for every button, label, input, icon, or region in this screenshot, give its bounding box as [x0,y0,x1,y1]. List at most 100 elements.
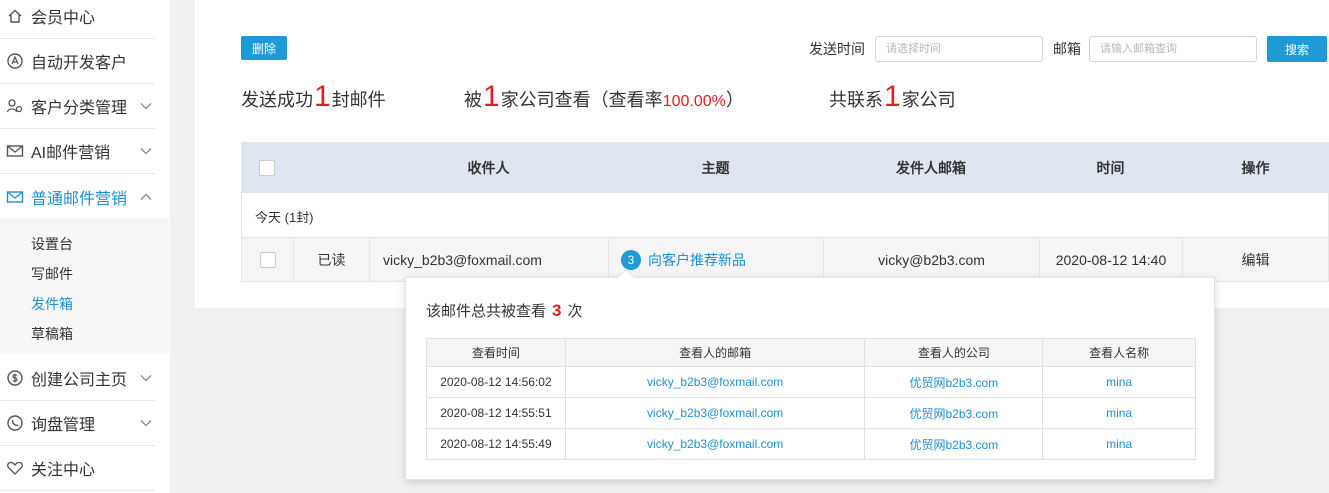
viewer-company-link[interactable]: 优贸网b2b3.com [864,366,1044,398]
table-row: 2020-08-12 14:55:51 vicky_b2b3@foxmail.c… [426,397,1196,429]
popup-view-count: 3 [552,301,562,320]
submenu-item-outbox[interactable]: 发件箱 [31,294,73,314]
stat-contacted: 共联系 1 家公司 [829,80,956,114]
users-icon [6,97,24,115]
header-time: 时间 [1096,159,1125,176]
home-icon [6,7,24,25]
stat-sent: 发送成功 1 封邮件 [241,80,386,114]
table-row: 2020-08-12 14:56:02 vicky_b2b3@foxmail.c… [426,366,1196,398]
sidebar-submenu: 设置台 写邮件 发件箱 草稿箱 [0,218,170,354]
sidebar-item-customer-category[interactable]: 客户分类管理 [0,84,155,129]
stat-viewed-suffix: ） [725,90,744,110]
dollar-icon [6,369,24,387]
col-view-time: 查看时间 [426,338,566,367]
row-subject-cell: 3 向客户推荐新品 [609,238,824,281]
popup-title-suffix: 次 [567,303,583,320]
stat-contact-count: 1 [884,80,901,113]
heart-icon [6,459,24,477]
view-time: 2020-08-12 14:55:51 [426,397,566,429]
viewer-name-link[interactable]: mina [1042,397,1196,429]
email-table: 收件人 主题 发件人邮箱 时间 操作 今天 (1封) 已读 vicky_b2b3… [241,142,1329,282]
sidebar-item-auto-develop[interactable]: 自动开发客户 [0,39,155,84]
edit-button[interactable]: 编辑 [1183,238,1328,281]
viewer-email-link[interactable]: vicky_b2b3@foxmail.com [564,397,866,429]
popup-title-prefix: 该邮件总共被查看 [426,303,547,320]
stat-viewed-mid: 家公司查看（查看率 [500,90,663,110]
viewer-company-link[interactable]: 优贸网b2b3.com [864,428,1044,460]
col-viewer-company: 查看人的公司 [864,338,1044,367]
viewer-company-link[interactable]: 优贸网b2b3.com [864,397,1044,429]
chevron-up-icon [140,191,152,203]
row-checkbox-cell [242,238,294,281]
email-search-input[interactable] [1089,36,1257,62]
sidebar-item-label: 创建公司主页 [31,372,128,389]
phone-icon [6,414,24,432]
view-records-table: 查看时间 查看人的邮箱 查看人的公司 查看人名称 2020-08-12 14:5… [426,338,1196,460]
stat-viewed: 被 1 家公司查看（查看率 100.00%） [464,80,744,114]
chevron-down-icon [140,100,152,112]
view-time: 2020-08-12 14:56:02 [426,366,566,398]
popup-title: 该邮件总共被查看 3 次 [426,300,583,321]
stat-viewed-count: 1 [483,80,500,113]
rocket-icon [6,52,24,70]
subject-link[interactable]: 3 向客户推荐新品 [621,249,746,270]
stat-sent-suffix: 封邮件 [331,90,386,110]
sidebar-item-label: 客户分类管理 [31,100,128,117]
table-header: 收件人 主题 发件人邮箱 时间 操作 [241,142,1329,193]
row-recipient: vicky_b2b3@foxmail.com [370,238,609,281]
view-records-header: 查看时间 查看人的邮箱 查看人的公司 查看人名称 [426,338,1196,367]
col-viewer-name: 查看人名称 [1042,338,1196,367]
viewer-email-link[interactable]: vicky_b2b3@foxmail.com [564,428,866,460]
group-label: 今天 (1封) [255,210,314,225]
row-checkbox[interactable] [259,251,276,268]
delete-button[interactable]: 删除 [241,36,287,60]
sidebar-item-member-center[interactable]: 会员中心 [0,0,155,39]
stat-sent-count: 1 [314,80,331,113]
view-time: 2020-08-12 14:55:49 [426,428,566,460]
sidebar-item-label: 普通邮件营销 [31,190,128,208]
sidebar-item-inquiry[interactable]: 询盘管理 [0,401,155,446]
sidebar-item-ai-email[interactable]: AI邮件营销 [0,129,155,174]
header-sender: 发件人邮箱 [896,159,966,176]
sidebar-item-label: AI邮件营销 [31,145,111,162]
sidebar-item-label: 自动开发客户 [31,55,128,72]
col-viewer-email: 查看人的邮箱 [564,338,866,367]
row-sender: vicky@b2b3.com [824,238,1040,281]
submenu-item-settings[interactable]: 设置台 [31,234,73,254]
stat-view-rate: 100.00% [662,93,726,110]
row-time: 2020-08-12 14:40 [1040,238,1183,281]
subject-text: 向客户推荐新品 [648,251,746,268]
sidebar-item-label: 关注中心 [31,462,96,479]
view-count-badge[interactable]: 3 [621,249,641,270]
table-row: 2020-08-12 14:55:49 vicky_b2b3@foxmail.c… [426,428,1196,460]
header-recipient: 收件人 [467,159,510,176]
email-label: 邮箱 [1053,41,1081,57]
search-button[interactable]: 搜索 [1267,36,1327,62]
select-all-checkbox[interactable] [259,159,275,176]
header-action: 操作 [1241,159,1270,176]
send-time-input[interactable] [875,36,1043,62]
stat-contact-prefix: 共联系 [829,90,883,110]
mail-icon [6,188,24,206]
submenu-item-compose[interactable]: 写邮件 [31,264,73,284]
chevron-down-icon [140,145,152,157]
submenu-item-drafts[interactable]: 草稿箱 [31,324,73,344]
header-subject: 主题 [701,159,730,176]
sidebar: 会员中心 自动开发客户 客户分类管理 AI邮件营销 普通邮件营销 设置台 写邮件… [0,0,170,493]
sidebar-item-normal-email[interactable]: 普通邮件营销 [0,174,155,219]
table-row: 已读 vicky_b2b3@foxmail.com 3 向客户推荐新品 vick… [241,237,1329,282]
stat-viewed-prefix: 被 [464,90,482,110]
row-status: 已读 [294,238,370,281]
chevron-down-icon [140,372,152,384]
chevron-down-icon [140,417,152,429]
viewer-name-link[interactable]: mina [1042,428,1196,460]
viewer-name-link[interactable]: mina [1042,366,1196,398]
stat-contact-suffix: 家公司 [901,90,956,110]
sidebar-item-company-homepage[interactable]: 创建公司主页 [0,356,155,401]
sidebar-item-follow-center[interactable]: 关注中心 [0,446,155,491]
view-details-popup: 该邮件总共被查看 3 次 查看时间 查看人的邮箱 查看人的公司 查看人名称 2020… [405,268,1215,480]
sidebar-item-label: 询盘管理 [31,417,96,434]
mail-icon [6,142,24,160]
send-time-label: 发送时间 [809,41,865,57]
viewer-email-link[interactable]: vicky_b2b3@foxmail.com [564,366,866,398]
